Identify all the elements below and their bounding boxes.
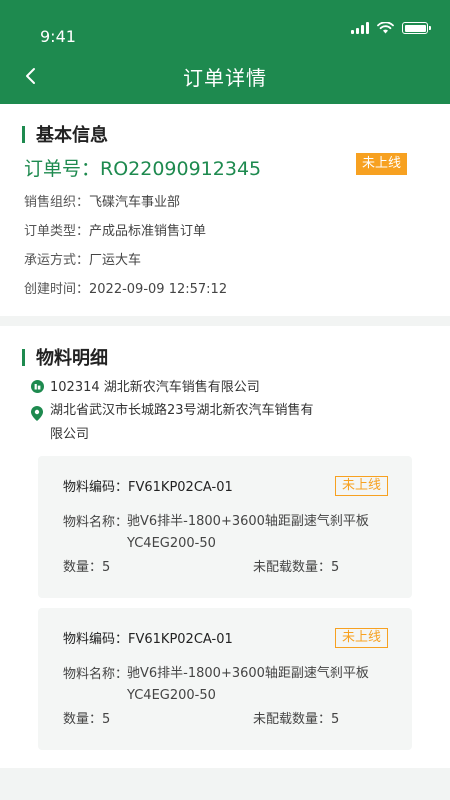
material-name: 驰V6排半-1800+3600轴距副速气刹平板 YC4EG200-50 bbox=[127, 511, 397, 555]
address-line-1: 湖北省武汉市长城路23号湖北新农汽车销售有 bbox=[50, 403, 314, 418]
info-row-order-type: 订单类型：产成品标准销售订单 bbox=[24, 220, 206, 239]
material-code: 物料编码：FV61KP02CA-01 bbox=[63, 632, 233, 647]
info-row-sales-org: 销售组织：飞碟汽车事业部 bbox=[24, 191, 180, 210]
material-name-line-2: YC4EG200-50 bbox=[127, 536, 216, 551]
info-value: 产成品标准销售订单 bbox=[89, 224, 207, 239]
info-value: 飞碟汽车事业部 bbox=[89, 195, 181, 210]
order-number: 订单号：RO22090912345 bbox=[24, 158, 262, 180]
material-status-badge: 未上线 bbox=[334, 628, 388, 648]
section-accent-bar bbox=[22, 348, 25, 366]
material-name-label: 物料名称： bbox=[63, 667, 129, 682]
address-line-2: 限公司 bbox=[50, 427, 90, 442]
material-name-line-1: 驰V6排半-1800+3600轴距副速气刹平板 bbox=[127, 514, 369, 529]
material-name-label: 物料名称： bbox=[63, 515, 129, 530]
material-name-line-2: YC4EG200-50 bbox=[127, 688, 216, 703]
info-row-created-time: 创建时间：2022-09-09 12:57:12 bbox=[24, 278, 227, 297]
info-label: 创建时间： bbox=[24, 282, 90, 297]
customer-company: 102314 湖北新农汽车销售有限公司 bbox=[30, 376, 260, 395]
material-item[interactable]: 物料编码：FV61KP02CA-01 未上线 物料名称： 驰V6排半-1800+… bbox=[38, 608, 412, 750]
app-header: 9:41 订单详情 bbox=[0, 0, 450, 104]
status-icons bbox=[351, 22, 431, 34]
basic-info-title-text: 基本信息 bbox=[36, 125, 108, 146]
address-text: 湖北省武汉市长城路23号湖北新农汽车销售有 限公司 bbox=[50, 399, 350, 447]
status-time: 9:41 bbox=[40, 27, 76, 46]
info-label: 承运方式： bbox=[24, 253, 90, 268]
info-row-shipping-method: 承运方式：厂运大车 bbox=[24, 249, 141, 268]
material-item[interactable]: 物料编码：FV61KP02CA-01 未上线 物料名称： 驰V6排半-1800+… bbox=[38, 456, 412, 598]
material-unloaded-quantity: 未配载数量：5 bbox=[253, 712, 340, 727]
wifi-icon bbox=[377, 22, 394, 34]
battery-icon bbox=[402, 22, 431, 34]
page-title: 订单详情 bbox=[183, 66, 267, 90]
company-text: 102314 湖北新农汽车销售有限公司 bbox=[50, 380, 260, 395]
info-label: 订单类型： bbox=[24, 224, 90, 239]
material-quantity: 数量：5 bbox=[63, 712, 111, 727]
info-label: 销售组织： bbox=[24, 195, 90, 210]
materials-card: 物料明细 102314 湖北新农汽车销售有限公司 湖北省武汉市长城路23号湖北新… bbox=[0, 326, 450, 768]
materials-title-text: 物料明细 bbox=[36, 348, 108, 369]
material-name: 驰V6排半-1800+3600轴距副速气刹平板 YC4EG200-50 bbox=[127, 663, 397, 707]
signal-icon bbox=[351, 22, 369, 34]
basic-info-section-title: 基本信息 bbox=[22, 121, 108, 147]
materials-section-title: 物料明细 bbox=[22, 344, 108, 370]
section-accent-bar bbox=[22, 125, 25, 143]
material-name-line-1: 驰V6排半-1800+3600轴距副速气刹平板 bbox=[127, 666, 369, 681]
building-icon bbox=[30, 378, 44, 394]
material-quantity: 数量：5 bbox=[63, 560, 111, 575]
material-status-badge: 未上线 bbox=[334, 476, 388, 496]
order-status-badge: 未上线 bbox=[355, 153, 407, 175]
customer-address: 湖北省武汉市长城路23号湖北新农汽车销售有 限公司 bbox=[30, 403, 350, 447]
material-unloaded-quantity: 未配载数量：5 bbox=[253, 560, 340, 575]
info-value: 2022-09-09 12:57:12 bbox=[89, 282, 228, 297]
location-pin-icon bbox=[30, 405, 44, 421]
info-value: 厂运大车 bbox=[89, 253, 142, 268]
basic-info-card: 基本信息 订单号：RO22090912345 未上线 销售组织：飞碟汽车事业部 … bbox=[0, 104, 450, 316]
material-code: 物料编码：FV61KP02CA-01 bbox=[63, 480, 233, 495]
